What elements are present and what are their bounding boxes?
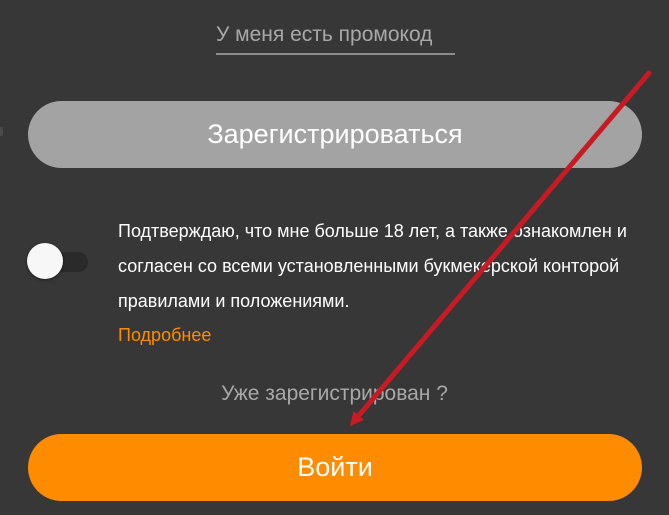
toggle-knob [27,243,63,279]
already-registered-link[interactable]: Уже зарегистрирован ? [0,377,669,411]
promo-code-link[interactable]: У меня есть промокод [216,20,455,56]
login-button[interactable]: Войти [28,434,642,501]
scroll-edge-indicator [0,127,3,136]
register-button[interactable]: Зарегистрироваться [28,101,642,168]
more-details-link[interactable]: Подробнее [118,320,648,350]
registration-screen: У меня есть промокод Зарегистрироваться … [0,0,669,515]
promo-code-underline [216,53,455,55]
age-agreement-toggle[interactable] [26,241,89,281]
agreement-text: Подтверждаю, что мне больше 18 лет, а та… [118,221,627,311]
agreement-block: Подтверждаю, что мне больше 18 лет, а та… [118,214,648,350]
